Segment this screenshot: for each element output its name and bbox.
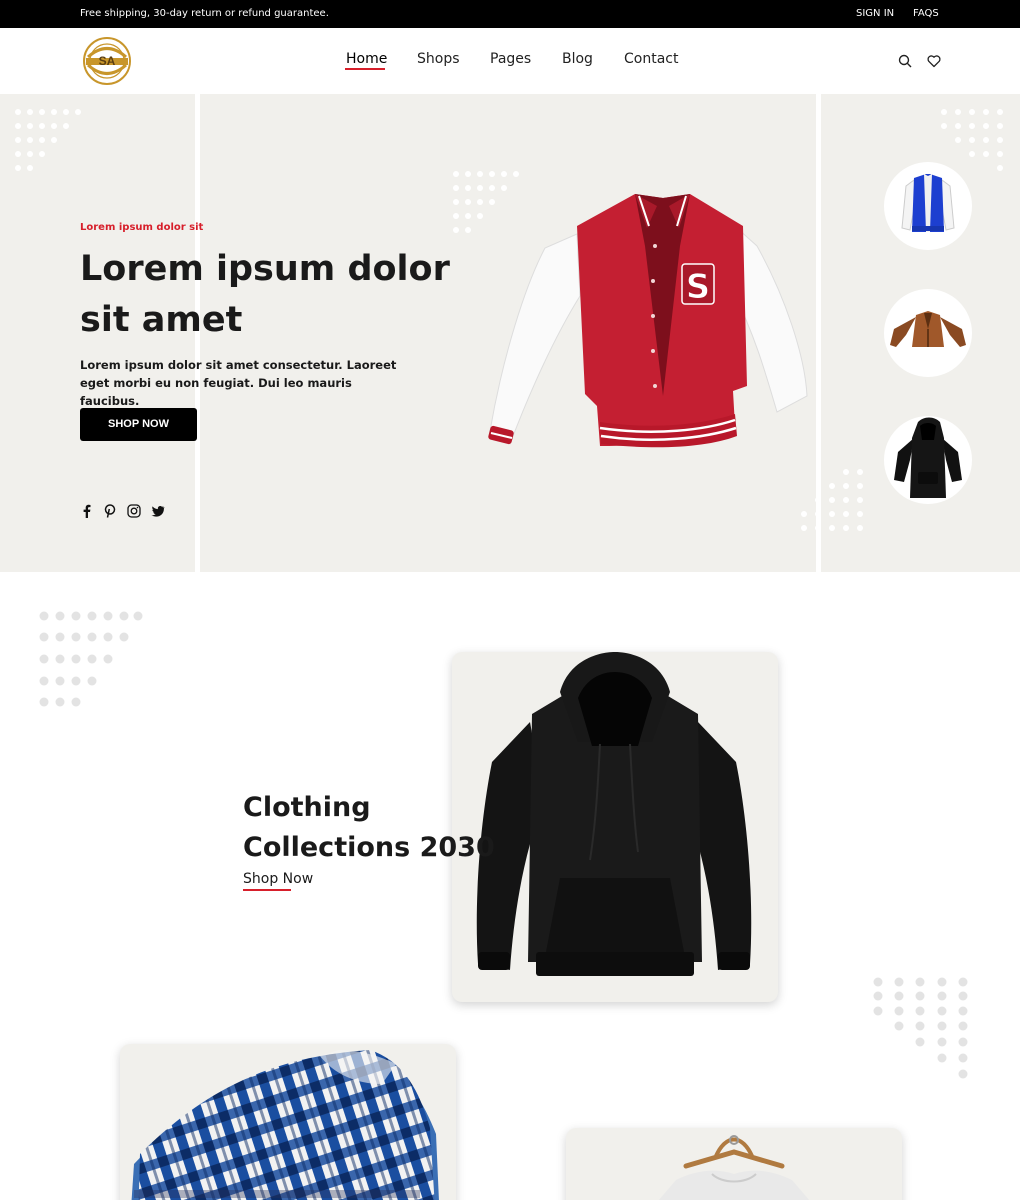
logo[interactable]: SA — [82, 36, 132, 86]
dot-pattern — [15, 109, 81, 171]
hero-banner: Lorem ipsum dolor sit Lorem ipsum dolor … — [0, 94, 1020, 572]
nav-shops[interactable]: Shops — [417, 51, 460, 67]
sign-in-link[interactable]: SIGN IN — [856, 8, 894, 19]
varsity-jacket-image: S — [488, 194, 808, 448]
product-card-plaid-shirts[interactable] — [120, 1044, 456, 1200]
hero-eyebrow: Lorem ipsum dolor sit — [80, 222, 204, 233]
twitter-icon[interactable] — [151, 504, 165, 518]
search-icon[interactable] — [898, 54, 912, 68]
collection-shop-now-link[interactable]: Shop Now — [243, 871, 313, 887]
dot-pattern — [801, 469, 863, 531]
thumbnail-black-hoodie[interactable] — [884, 416, 972, 504]
announcement-bar: Free shipping, 30-day return or refund g… — [0, 0, 1020, 28]
blue-jacket-icon — [901, 174, 955, 232]
nav-home[interactable]: Home — [346, 51, 387, 67]
instagram-icon[interactable] — [127, 504, 141, 518]
hero-description: Lorem ipsum dolor sit amet consectetur. … — [80, 358, 397, 408]
site-header: SA Home Shops Pages Blog Contact — [0, 28, 1020, 94]
hoodie-icon — [894, 417, 962, 498]
facebook-icon[interactable] — [80, 504, 94, 518]
thumbnail-brown-leather-jacket[interactable] — [884, 289, 972, 377]
product-card-white-tshirt[interactable] — [566, 1128, 902, 1200]
dot-pattern — [873, 977, 968, 1079]
svg-text:S: S — [686, 267, 711, 307]
shop-now-button[interactable]: SHOP NOW — [80, 408, 197, 441]
logo-text: SA — [99, 54, 116, 68]
plaid-shirts-image — [131, 1050, 439, 1200]
pinterest-icon[interactable] — [103, 504, 117, 518]
nav-active-indicator — [345, 68, 385, 70]
nav-contact[interactable]: Contact — [624, 51, 678, 67]
logo-badge-icon: SA — [83, 37, 131, 85]
heart-icon[interactable] — [927, 54, 941, 68]
leather-jacket-icon — [890, 311, 966, 347]
nav-blog[interactable]: Blog — [562, 51, 593, 67]
hero-title: Lorem ipsum dolor sit amet — [80, 249, 450, 340]
thumbnail-blue-varsity-jacket[interactable] — [884, 162, 972, 250]
faqs-link[interactable]: FAQS — [913, 8, 939, 19]
collection-link-underline — [243, 889, 291, 891]
collection-title: Clothing Collections 2030 — [243, 792, 495, 863]
white-tshirt-image — [658, 1135, 810, 1200]
nav-pages[interactable]: Pages — [490, 51, 531, 67]
promo-text: Free shipping, 30-day return or refund g… — [80, 8, 329, 19]
dot-pattern — [39, 611, 143, 707]
